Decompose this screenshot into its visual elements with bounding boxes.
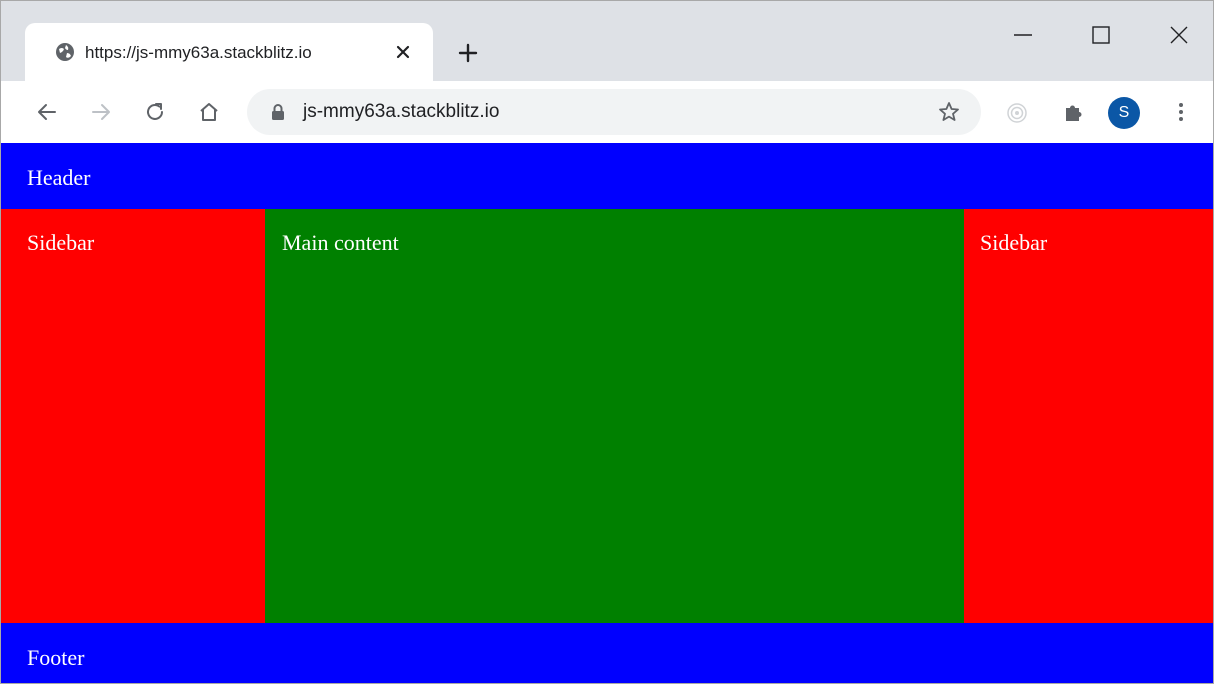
browser-window: https://js-mmy63a.stackblitz.io js-mmy63… — [0, 0, 1214, 684]
kebab-menu-icon[interactable] — [1169, 100, 1193, 124]
arrow-left-icon[interactable] — [35, 100, 59, 124]
plus-icon[interactable] — [456, 41, 480, 65]
maximize-icon[interactable] — [1089, 23, 1113, 47]
main-content-text: Main content — [282, 230, 399, 255]
address-bar[interactable]: js-mmy63a.stackblitz.io — [247, 89, 981, 135]
right-sidebar: Sidebar — [964, 209, 1213, 623]
tab-strip: https://js-mmy63a.stackblitz.io — [1, 1, 1213, 81]
browser-tab[interactable]: https://js-mmy63a.stackblitz.io — [25, 23, 433, 81]
puzzle-icon[interactable] — [1061, 100, 1085, 124]
url-text[interactable]: js-mmy63a.stackblitz.io — [303, 101, 499, 123]
tab-title: https://js-mmy63a.stackblitz.io — [85, 43, 312, 62]
left-sidebar: Sidebar — [1, 209, 265, 623]
left-sidebar-text: Sidebar — [27, 230, 95, 255]
right-sidebar-text: Sidebar — [980, 230, 1048, 255]
window-close-icon[interactable] — [1167, 23, 1191, 47]
main-content: Main content — [265, 209, 964, 623]
close-icon[interactable] — [393, 42, 413, 62]
lock-icon[interactable] — [269, 103, 287, 121]
star-icon[interactable] — [937, 100, 961, 124]
home-icon[interactable] — [197, 100, 221, 124]
profile-avatar[interactable]: S — [1108, 97, 1140, 129]
web-page: Header Sidebar Main content Sidebar Foot… — [1, 143, 1213, 683]
globe-icon — [56, 43, 74, 61]
footer-text: Footer — [27, 645, 85, 670]
reload-icon[interactable] — [143, 100, 167, 124]
minimize-icon[interactable] — [1011, 23, 1035, 47]
arrow-right-icon[interactable] — [89, 100, 113, 124]
header-text: Header — [27, 165, 91, 190]
extension-target-icon[interactable] — [1005, 100, 1029, 124]
browser-toolbar: js-mmy63a.stackblitz.io S — [1, 81, 1213, 143]
page-header: Header — [1, 143, 1213, 209]
page-footer: Footer — [1, 623, 1213, 683]
